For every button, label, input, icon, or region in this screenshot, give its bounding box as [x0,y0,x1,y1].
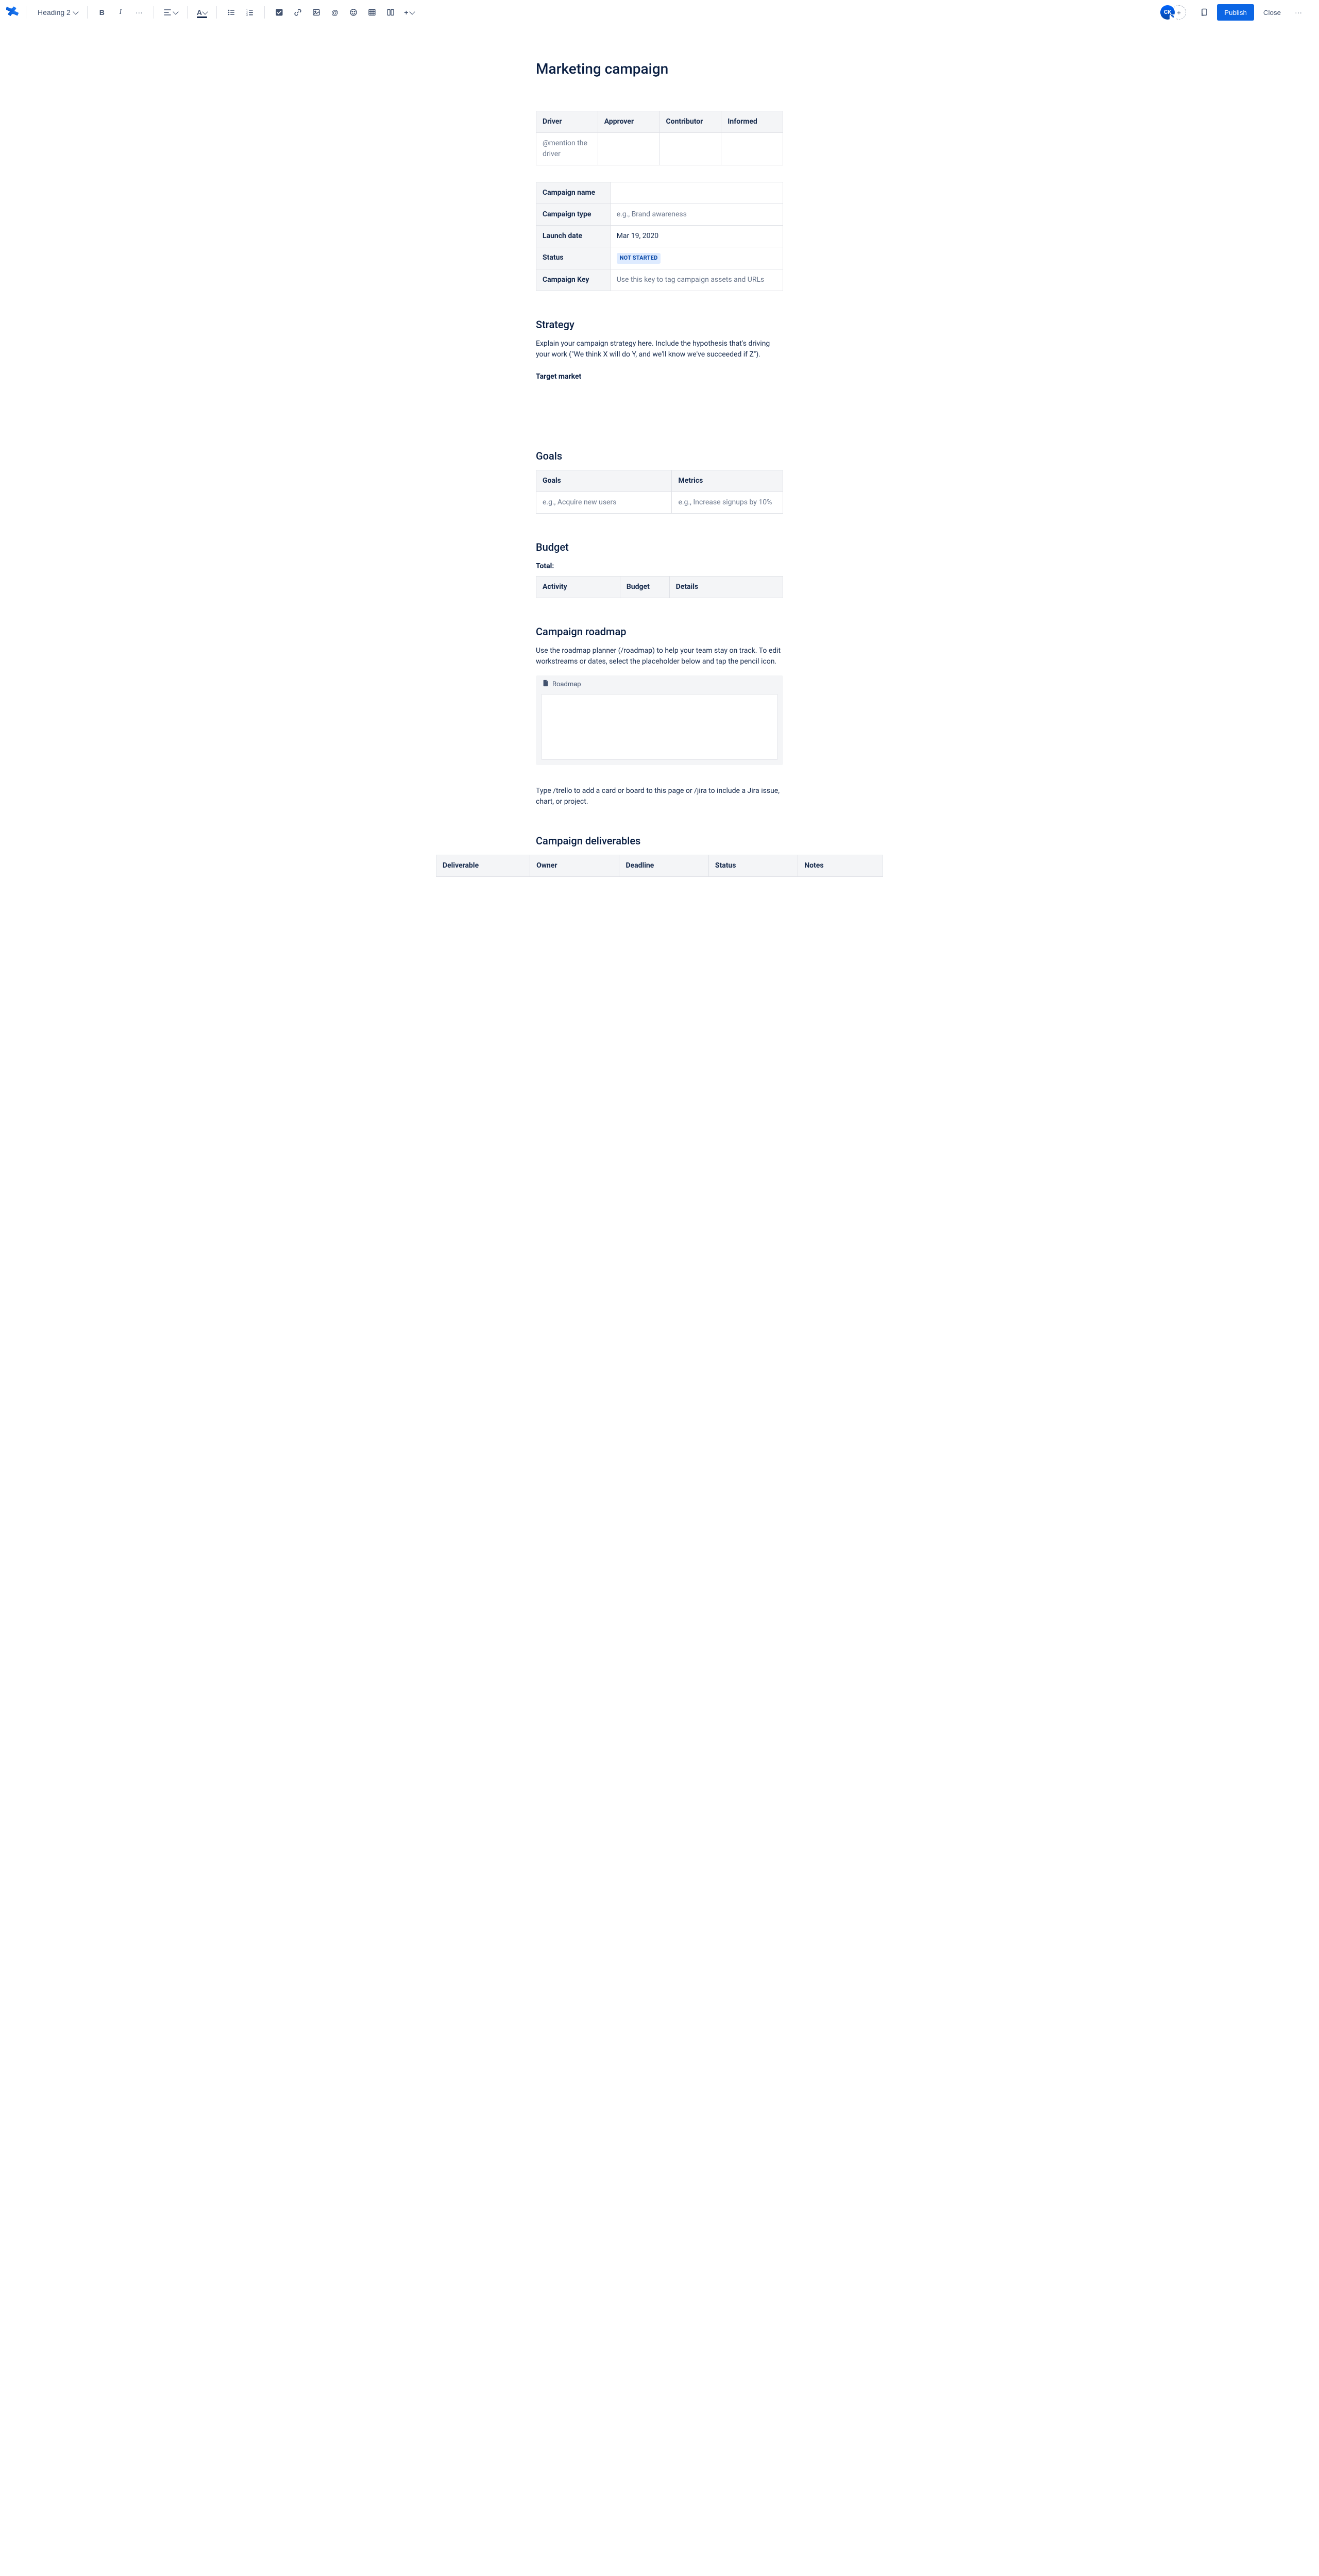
th-deadline: Deadline [619,855,708,877]
budget-heading[interactable]: Budget [536,539,783,555]
daci-table[interactable]: Driver Approver Contributor Informed @me… [536,111,783,165]
deliverables-heading[interactable]: Campaign deliverables [536,833,783,849]
integration-hint[interactable]: Type /trello to add a card or board to t… [536,786,783,807]
th-approver: Approver [598,111,660,133]
table-cell[interactable]: e.g., Increase signups by 10% [672,492,783,513]
th-owner: Owner [530,855,619,877]
meta-value[interactable]: e.g., Brand awareness [610,204,783,226]
italic-button[interactable]: I [112,4,129,21]
th-activity: Activity [536,576,620,598]
image-button[interactable] [308,4,325,21]
link-button[interactable] [290,4,306,21]
approver-cell[interactable] [598,133,660,165]
roadmap-body[interactable]: Use the roadmap planner (/roadmap) to he… [536,646,783,667]
roadmap-macro-header: Roadmap [536,675,783,694]
page-title[interactable]: Marketing campaign [536,58,783,80]
user-avatar[interactable]: CK ✎ [1160,5,1175,20]
confluence-logo-icon [6,6,20,19]
bullet-list-button[interactable] [223,4,240,21]
request-changes-button[interactable] [1196,4,1213,21]
toolbar-separator [216,6,217,19]
strategy-body[interactable]: Explain your campaign strategy here. Inc… [536,338,783,360]
toolbar-separator [87,6,88,19]
text-style-select[interactable]: Heading 2 [32,4,81,21]
chevron-down-icon [73,9,78,14]
contributor-cell[interactable] [660,133,721,165]
close-button[interactable]: Close [1258,4,1286,21]
toolbar-separator [187,6,188,19]
chevron-down-icon [202,9,208,14]
status-lozenge: NOT STARTED [617,253,661,264]
emoji-button[interactable] [345,4,362,21]
document-icon [542,680,549,690]
meta-value[interactable] [610,182,783,204]
more-formatting-button[interactable]: ··· [131,4,147,21]
th-goals: Goals [536,470,672,492]
layouts-button[interactable] [382,4,399,21]
th-status: Status [708,855,798,877]
action-item-button[interactable] [271,4,288,21]
informed-cell[interactable] [721,133,783,165]
deliverables-table[interactable]: Deliverable Owner Deadline Status Notes [436,855,883,877]
editor-toolbar: Heading 2 B I ··· A 123 @ + CK ✎ [0,0,1319,25]
th-details: Details [669,576,783,598]
goals-heading[interactable]: Goals [536,448,783,464]
target-market-heading[interactable]: Target market [536,371,783,382]
th-contributor: Contributor [660,111,721,133]
th-budget: Budget [620,576,669,598]
meta-label: Launch date [536,226,611,247]
roadmap-macro[interactable]: Roadmap [536,675,783,766]
strategy-heading[interactable]: Strategy [536,317,783,332]
meta-label: Campaign Key [536,269,611,291]
chevron-down-icon [173,9,178,14]
numbered-list-button[interactable]: 123 [242,4,258,21]
more-actions-button[interactable]: ··· [1290,4,1307,21]
publish-button[interactable]: Publish [1217,4,1254,21]
budget-table[interactable]: Activity Budget Details [536,576,783,598]
table-cell[interactable]: e.g., Acquire new users [536,492,672,513]
svg-text:3: 3 [246,14,248,16]
campaign-meta-table[interactable]: Campaign nameCampaign typee.g., Brand aw… [536,182,783,291]
goals-table[interactable]: Goals Metrics e.g., Acquire new userse.g… [536,470,783,514]
th-informed: Informed [721,111,783,133]
budget-total[interactable]: Total: [536,561,783,572]
meta-label: Status [536,247,611,269]
th-metrics: Metrics [672,470,783,492]
mention-button[interactable]: @ [327,4,343,21]
bold-button[interactable]: B [94,4,110,21]
th-driver: Driver [536,111,598,133]
meta-value[interactable]: NOT STARTED [610,247,783,269]
chevron-down-icon [409,9,415,14]
editor-body[interactable]: Marketing campaign Driver Approver Contr… [268,25,1051,939]
driver-cell[interactable]: @mention the driver [536,133,598,165]
meta-value[interactable]: Mar 19, 2020 [610,226,783,247]
toolbar-separator [264,6,265,19]
th-notes: Notes [798,855,883,877]
alignment-button[interactable] [160,4,181,21]
table-button[interactable] [364,4,380,21]
th-deliverable: Deliverable [436,855,530,877]
meta-label: Campaign name [536,182,611,204]
text-color-button[interactable]: A [194,4,210,21]
presence-badge-icon: ✎ [1170,14,1176,21]
insert-more-button[interactable]: + [401,4,417,21]
meta-value[interactable]: Use this key to tag campaign assets and … [610,269,783,291]
roadmap-heading[interactable]: Campaign roadmap [536,624,783,639]
meta-label: Campaign type [536,204,611,226]
